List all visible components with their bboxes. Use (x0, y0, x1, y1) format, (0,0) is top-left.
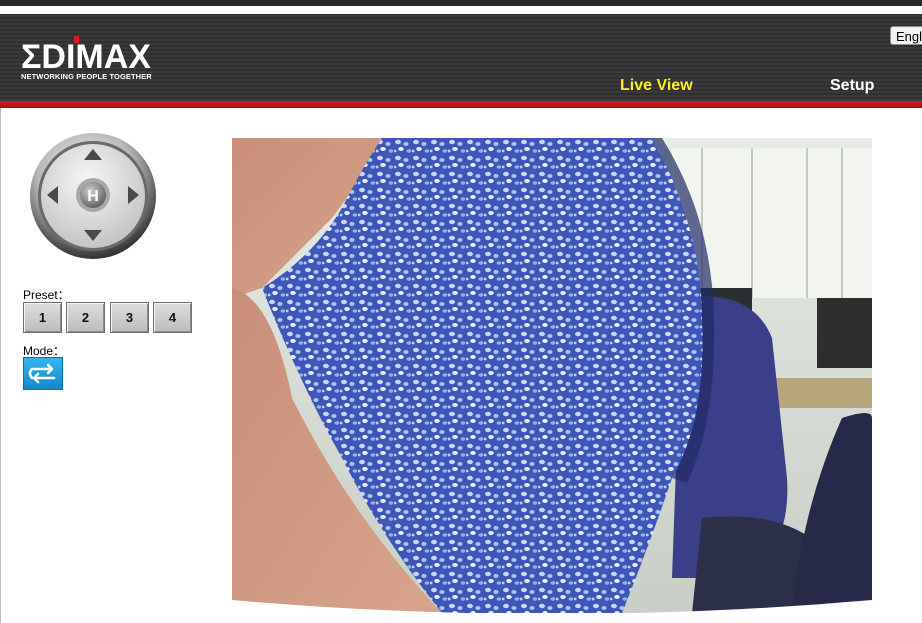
ptz-home-label: H (87, 188, 99, 205)
preset-button-3[interactable]: 3 (110, 302, 149, 333)
language-select[interactable]: Engl (890, 26, 922, 45)
header-accent-bar (0, 101, 922, 108)
nav-setup[interactable]: Setup (830, 77, 874, 95)
edimax-logo: ΣDIMAX NETWORKING PEOPLE TOGETHER (21, 36, 153, 84)
camera-feed-image (232, 138, 872, 613)
top-border (0, 0, 922, 6)
nav-live-view[interactable]: Live View (620, 77, 693, 95)
preset-button-2[interactable]: 2 (66, 302, 105, 333)
preset-label: Preset： (23, 288, 70, 302)
ptz-control[interactable]: H (28, 131, 158, 261)
svg-text:ΣDIMAX: ΣDIMAX (21, 38, 151, 70)
left-border (0, 108, 1, 623)
edimax-logo-mark: ΣDIMAX (21, 36, 151, 70)
logo-tagline: NETWORKING PEOPLE TOGETHER (21, 72, 152, 81)
preset-button-1[interactable]: 1 (23, 302, 62, 333)
mode-button[interactable] (23, 357, 63, 390)
preset-button-4[interactable]: 4 (153, 302, 192, 333)
mode-switch-icon (28, 363, 56, 384)
